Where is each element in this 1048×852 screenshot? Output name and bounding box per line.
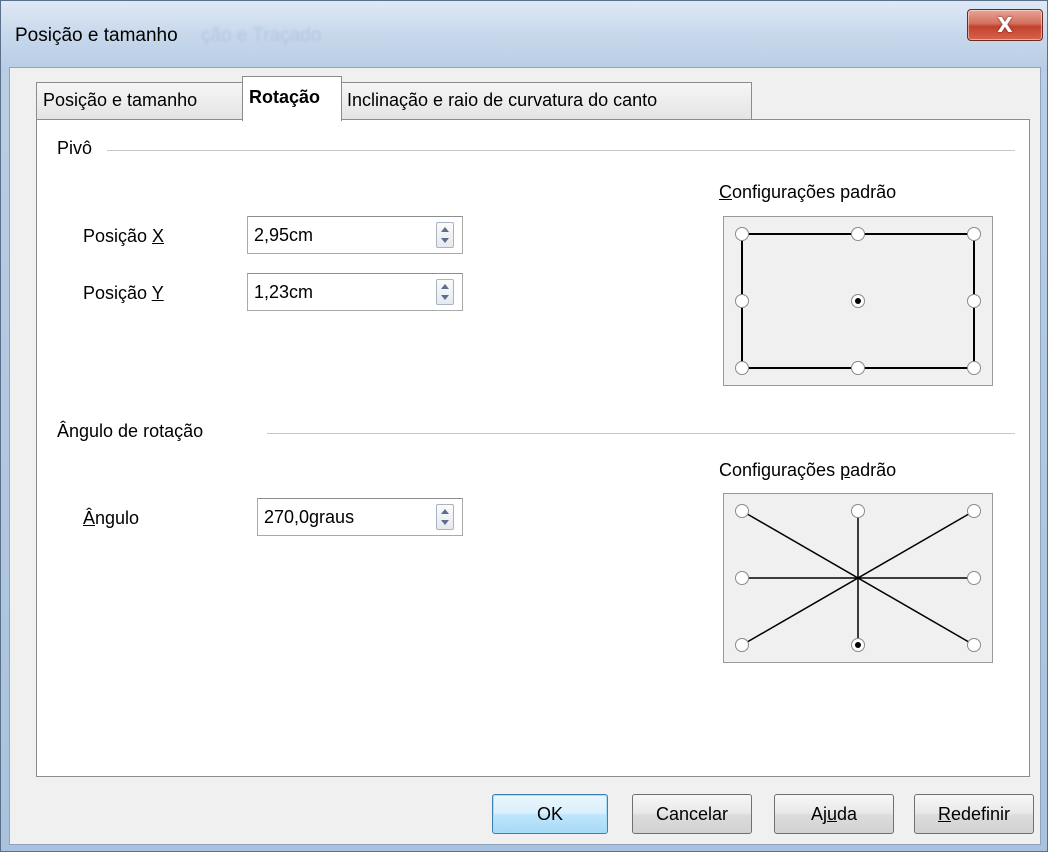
- position-y-spin-icon[interactable]: [436, 279, 454, 305]
- angle-radio-45[interactable]: [967, 504, 981, 518]
- pivot-defaults-control[interactable]: [723, 216, 993, 386]
- tab-slant-corner-radius[interactable]: Inclinação e raio de curvatura do canto: [340, 82, 752, 119]
- angle-radio-270[interactable]: [851, 638, 865, 652]
- title-bar[interactable]: Posição e tamanho ção e Traçado X: [1, 1, 1047, 71]
- position-y-label: Posição Y: [83, 283, 164, 303]
- window-title-ghost: ção e Traçado: [201, 25, 322, 46]
- window-title: Posição e tamanho: [15, 25, 178, 46]
- pivot-radio-bottom-right[interactable]: [967, 361, 981, 375]
- cancel-button-label: Cancelar: [655, 803, 729, 824]
- dialog-window: Posição e tamanho ção e Traçado X Posiçã…: [0, 0, 1048, 852]
- cancel-button[interactable]: Cancelar: [632, 794, 752, 834]
- pivot-separator: [107, 150, 1015, 151]
- position-x-label: Posição X: [83, 226, 165, 246]
- angle-label: Ângulo: [83, 508, 140, 528]
- pivot-radio-top-right[interactable]: [967, 227, 981, 241]
- angle-radio-90[interactable]: [851, 504, 865, 518]
- angle-field[interactable]: 270,0graus: [257, 498, 463, 536]
- angle-radio-315[interactable]: [967, 638, 981, 652]
- pivot-radio-middle-right[interactable]: [967, 294, 981, 308]
- angle-star-preview-icon: [741, 510, 975, 646]
- pivot-group-label: Pivô: [57, 138, 99, 159]
- angle-radio-135[interactable]: [735, 504, 749, 518]
- help-button-label: Ajuda: [810, 803, 858, 824]
- position-y-field[interactable]: 1,23cm: [247, 273, 463, 311]
- pivot-radio-top-left[interactable]: [735, 227, 749, 241]
- angle-defaults-control[interactable]: [723, 493, 993, 663]
- pivot-radio-middle-left[interactable]: [735, 294, 749, 308]
- pivot-radio-top-center[interactable]: [851, 227, 865, 241]
- angle-radio-180[interactable]: [735, 571, 749, 585]
- close-icon: X: [997, 13, 1013, 37]
- angle-spin-icon[interactable]: [436, 504, 454, 530]
- rotation-group-label: Ângulo de rotação: [57, 421, 210, 442]
- tab-label: Rotação: [249, 87, 321, 107]
- tab-rotation[interactable]: Rotação: [242, 76, 342, 121]
- position-x-value: 2,95cm: [254, 225, 314, 245]
- position-x-field[interactable]: 2,95cm: [247, 216, 463, 254]
- tab-position-size[interactable]: Posição e tamanho: [36, 82, 244, 119]
- ok-button[interactable]: OK: [492, 794, 608, 834]
- tab-panel-rotation: Pivô Posição X 2,95cm Posição Y 1,23cm C…: [36, 119, 1030, 777]
- ok-button-label: OK: [536, 803, 563, 824]
- pivot-radio-bottom-left[interactable]: [735, 361, 749, 375]
- tab-label: Inclinação e raio de curvatura do canto: [347, 90, 658, 110]
- pivot-defaults-label: Configurações padrão: [719, 182, 897, 202]
- dialog-body: Posição e tamanho Rotação Inclinação e r…: [9, 67, 1041, 845]
- pivot-radio-center[interactable]: [851, 294, 865, 308]
- help-button[interactable]: Ajuda: [774, 794, 894, 834]
- angle-defaults-label: Configurações padrão: [719, 460, 897, 480]
- reset-button[interactable]: Redefinir: [914, 794, 1034, 834]
- tab-label: Posição e tamanho: [43, 90, 198, 110]
- pivot-radio-bottom-center[interactable]: [851, 361, 865, 375]
- close-button[interactable]: X: [967, 9, 1043, 41]
- reset-button-label: Redefinir: [937, 803, 1011, 824]
- rotation-separator: [267, 433, 1015, 434]
- angle-radio-225[interactable]: [735, 638, 749, 652]
- position-y-value: 1,23cm: [254, 282, 314, 302]
- position-x-spin-icon[interactable]: [436, 222, 454, 248]
- angle-radio-0[interactable]: [967, 571, 981, 585]
- angle-value: 270,0graus: [264, 507, 355, 527]
